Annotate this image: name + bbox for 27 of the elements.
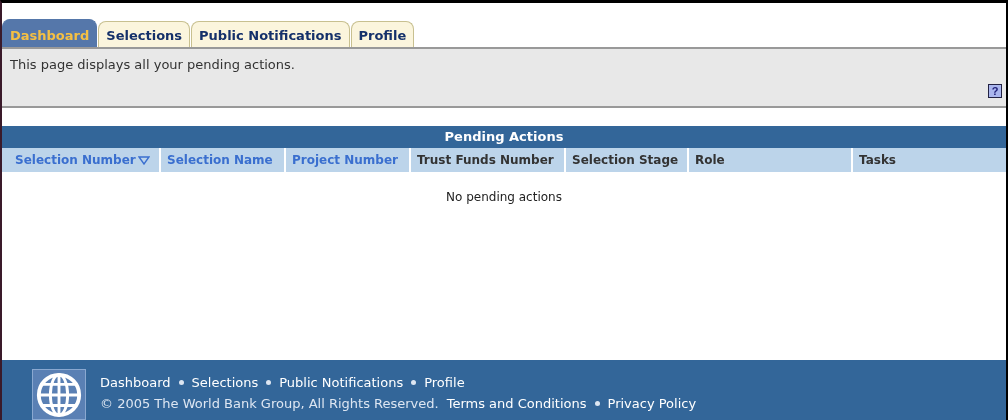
separator-dot-icon [594,401,600,406]
table-title: Pending Actions [2,126,1006,148]
footer-link[interactable]: Selections [191,375,259,390]
footer-link[interactable]: Dashboard [100,375,171,390]
column-header: Selection Stage [566,148,689,172]
empty-message: No pending actions [445,189,563,204]
footer-link[interactable]: Profile [424,375,465,390]
sort-down-icon [137,155,150,165]
separator-dot-icon [266,380,272,385]
column-header: Tasks [858,152,897,169]
footer-link[interactable]: Public Notifications [279,375,404,390]
tab[interactable]: Public Notifications [191,21,350,47]
column-header[interactable]: Selection Name [161,148,286,172]
tab[interactable]: Profile [350,21,415,47]
footer-link[interactable]: Privacy Policy [607,396,697,411]
separator-dot-icon [178,380,184,385]
footer-link[interactable]: Terms and Conditions [446,396,587,411]
help-button[interactable]: ? [988,84,1002,98]
globe-logo-icon [32,369,86,420]
column-header[interactable]: Project Number [286,148,411,172]
column-header[interactable]: Selection Number [9,148,161,172]
column-header: Role [689,148,853,172]
tab[interactable]: Selections [98,21,191,47]
copyright-text: © 2005 The World Bank Group, All Rights Reserved. [100,396,439,411]
description-text: This page displays all your pending actions. [9,56,296,74]
column-header: Trust Funds Number [411,148,566,172]
separator-dot-icon [411,380,417,385]
